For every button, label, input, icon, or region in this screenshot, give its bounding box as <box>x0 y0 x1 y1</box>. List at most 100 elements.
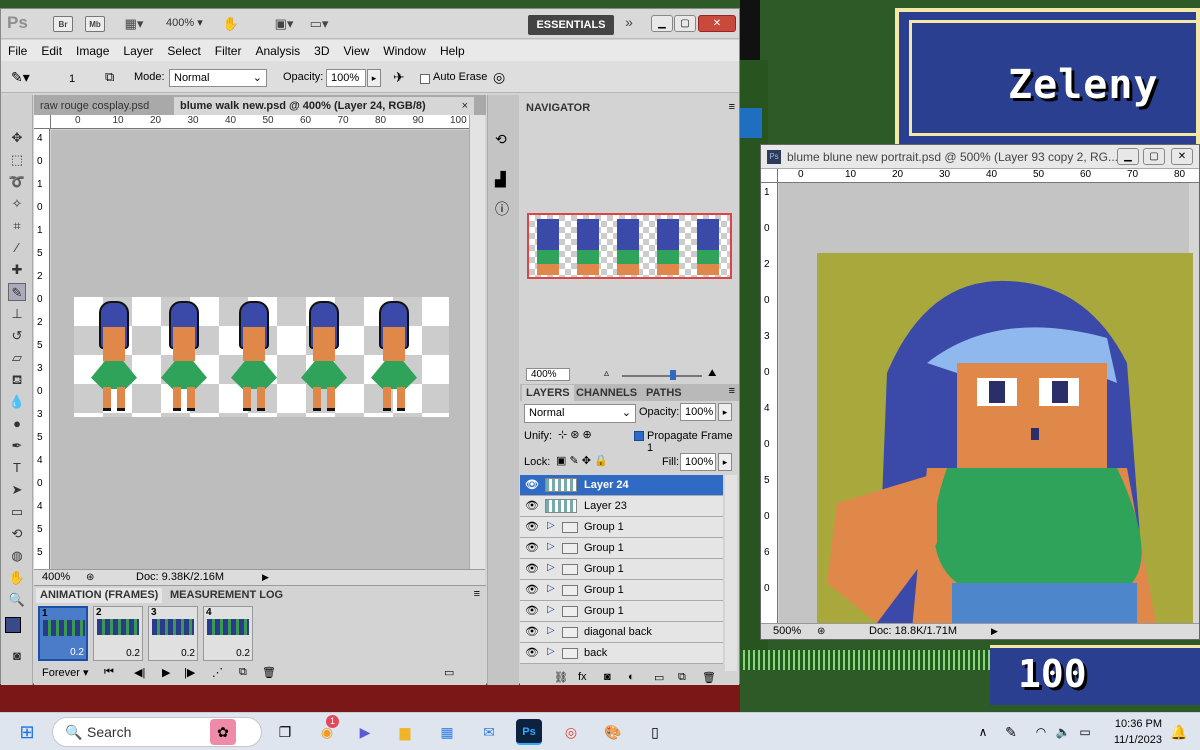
lock-icons[interactable]: ▣ ✎ ✥ 🔒 <box>556 454 608 467</box>
brush-size[interactable]: 1 <box>69 73 75 85</box>
frame-delay[interactable]: 0.2 <box>181 648 195 659</box>
status-zoom[interactable]: 400% <box>42 570 70 585</box>
layer-blend-mode[interactable]: Normal ⌄ <box>524 404 636 423</box>
pencil-preset-icon[interactable]: ✎▾ <box>11 69 30 86</box>
mask-icon[interactable]: ◙ <box>604 671 611 683</box>
pen-icon[interactable]: ✎ <box>998 719 1024 745</box>
status-zoom[interactable]: 500% <box>773 624 801 639</box>
expand-triangle-icon[interactable]: ▷ <box>547 604 555 615</box>
visibility-eye-icon[interactable]: 👁 <box>524 562 540 575</box>
expand-triangle-icon[interactable]: ▷ <box>547 520 555 531</box>
vertical-scrollbar[interactable] <box>469 115 485 581</box>
panel-menu-icon[interactable]: ≡ <box>474 588 480 600</box>
lasso-tool-icon[interactable]: ➰ <box>8 173 26 191</box>
tablet-pressure-icon[interactable]: ◎ <box>493 69 505 86</box>
maximize-button[interactable]: ▢ <box>1143 148 1165 165</box>
mode-select[interactable]: Normal ⌄ <box>169 69 267 87</box>
foreground-color-swatch[interactable] <box>5 617 21 633</box>
magic-wand-icon[interactable]: ✧ <box>8 195 26 213</box>
maximize-button[interactable]: ▢ <box>674 15 696 32</box>
menu-filter[interactable]: Filter <box>208 44 249 58</box>
expand-triangle-icon[interactable]: ▷ <box>547 562 555 573</box>
expand-triangle-icon[interactable]: ▷ <box>547 646 555 657</box>
menu-layer[interactable]: Layer <box>116 44 160 58</box>
status-info-icon[interactable]: ⊛ <box>86 570 94 585</box>
zoom-in-icon[interactable]: ⛰ <box>708 368 716 379</box>
task-view-icon[interactable]: ❐ <box>272 719 298 745</box>
layer-row[interactable]: 👁 Layer 24 <box>520 475 723 496</box>
shape-tool-icon[interactable]: ▭ <box>8 503 26 521</box>
menu-view[interactable]: View <box>336 44 376 58</box>
previous-frame-icon[interactable]: ◀| <box>134 666 145 679</box>
navigator-zoom-slider[interactable] <box>622 375 702 377</box>
microsoft-store-icon[interactable]: ▦ <box>434 719 460 745</box>
battery-icon[interactable]: ▭ <box>1072 719 1098 745</box>
workspace-essentials-button[interactable]: ESSENTIALS <box>528 15 614 35</box>
tab-layers[interactable]: LAYERS <box>522 385 574 401</box>
layer-row[interactable]: 👁 ▷ Group 1 <box>520 580 723 601</box>
first-frame-icon[interactable]: ⏮ <box>104 666 114 679</box>
zoom-tool-icon[interactable]: 🔍 <box>8 591 26 609</box>
visibility-eye-icon[interactable]: 👁 <box>524 604 540 617</box>
status-arrow-icon[interactable]: ▶ <box>991 624 998 639</box>
move-tool-icon[interactable]: ✥ <box>8 129 26 147</box>
tween-icon[interactable]: ⋰ <box>212 666 223 679</box>
hand-tool-icon[interactable]: ✋ <box>8 569 26 587</box>
animation-frame[interactable]: 1 0.2 <box>38 606 88 661</box>
portrait-document-window[interactable]: Ps blume blune new portrait.psd @ 500% (… <box>760 144 1200 640</box>
layer-row[interactable]: 👁 ▷ Group 1 <box>520 559 723 580</box>
frame-delay[interactable]: 0.2 <box>70 647 84 658</box>
mail-icon[interactable]: ✉ <box>476 719 502 745</box>
history-brush-icon[interactable]: ↺ <box>8 327 26 345</box>
notifications-icon[interactable]: 🔔 <box>1166 719 1192 745</box>
panel-menu-icon[interactable]: ≡ <box>729 101 735 113</box>
tab-animation-frames[interactable]: ANIMATION (FRAMES) <box>36 588 163 603</box>
info-icon[interactable]: ⓘ <box>495 199 509 219</box>
paint-icon[interactable]: 🎨 <box>600 719 626 745</box>
delete-layer-icon[interactable]: 🗑 <box>702 671 716 684</box>
file-icon[interactable]: ▯ <box>642 719 668 745</box>
chrome-icon[interactable]: ◎ <box>558 719 584 745</box>
menu-edit[interactable]: Edit <box>34 44 69 58</box>
link-layers-icon[interactable]: ⛓ <box>554 671 568 684</box>
visibility-eye-icon[interactable]: 👁 <box>524 520 540 533</box>
expand-triangle-icon[interactable]: ▷ <box>547 583 555 594</box>
teams-icon[interactable]: ▶ <box>352 719 378 745</box>
navigator-zoom-input[interactable]: 400% <box>526 368 570 381</box>
zoom-dropdown[interactable]: 400% ▾ <box>166 16 203 29</box>
sprite-canvas[interactable] <box>74 297 449 417</box>
menu-analysis[interactable]: Analysis <box>248 44 307 58</box>
photoshop-main-window[interactable]: Ps Br Mb ▦▾ 400% ▾ ✋ ▣▾ ▭▾ ESSENTIALS » … <box>0 8 740 685</box>
frame-delay[interactable]: 0.2 <box>236 648 250 659</box>
layer-row[interactable]: 👁 ▷ Group 1 <box>520 517 723 538</box>
3d-rotate-icon[interactable]: ⟲ <box>8 525 26 543</box>
tab-close-icon[interactable]: × <box>462 97 468 115</box>
screen-mode-icon[interactable]: ▭▾ <box>306 16 332 32</box>
portrait-window-titlebar[interactable]: Ps blume blune new portrait.psd @ 500% (… <box>761 145 1199 169</box>
visibility-eye-icon[interactable]: 👁 <box>524 499 540 512</box>
pencil-tool-icon[interactable]: ✎ <box>8 283 26 301</box>
bridge-button[interactable]: Br <box>53 16 73 32</box>
zoom-slider-thumb[interactable] <box>670 370 676 380</box>
paint-bucket-icon[interactable]: ⛾ <box>8 371 26 389</box>
3d-orbit-icon[interactable]: ◍ <box>8 547 26 565</box>
new-layer-icon[interactable]: ⧉ <box>678 671 686 684</box>
histogram-icon[interactable]: ▟ <box>495 171 506 188</box>
tab-measurement-log[interactable]: MEASUREMENT LOG <box>166 588 287 603</box>
next-frame-icon[interactable]: |▶ <box>184 666 195 679</box>
status-arrow-icon[interactable]: ▶ <box>262 570 269 585</box>
marquee-tool-icon[interactable]: ⬚ <box>8 151 26 169</box>
airbrush-icon[interactable]: ✈ <box>393 69 405 86</box>
eraser-icon[interactable]: ▱ <box>8 349 26 367</box>
convert-timeline-icon[interactable]: ▭ <box>444 666 454 679</box>
layers-scrollbar[interactable] <box>725 475 737 671</box>
frame-delay[interactable]: 0.2 <box>126 648 140 659</box>
zoom-out-icon[interactable]: ▵ <box>604 368 609 379</box>
tab-navigator[interactable]: NAVIGATOR <box>522 101 595 115</box>
type-tool-icon[interactable]: T <box>8 459 26 477</box>
system-clock[interactable]: 10:36 PM 11/1/2023 <box>1114 716 1162 748</box>
minibridge-button[interactable]: Mb <box>85 16 105 32</box>
show-hidden-icons[interactable]: ∧ <box>970 719 996 745</box>
crop-tool-icon[interactable]: ⌗ <box>8 217 26 235</box>
tab-blume-walk[interactable]: blume walk new.psd @ 400% (Layer 24, RGB… <box>174 97 474 115</box>
